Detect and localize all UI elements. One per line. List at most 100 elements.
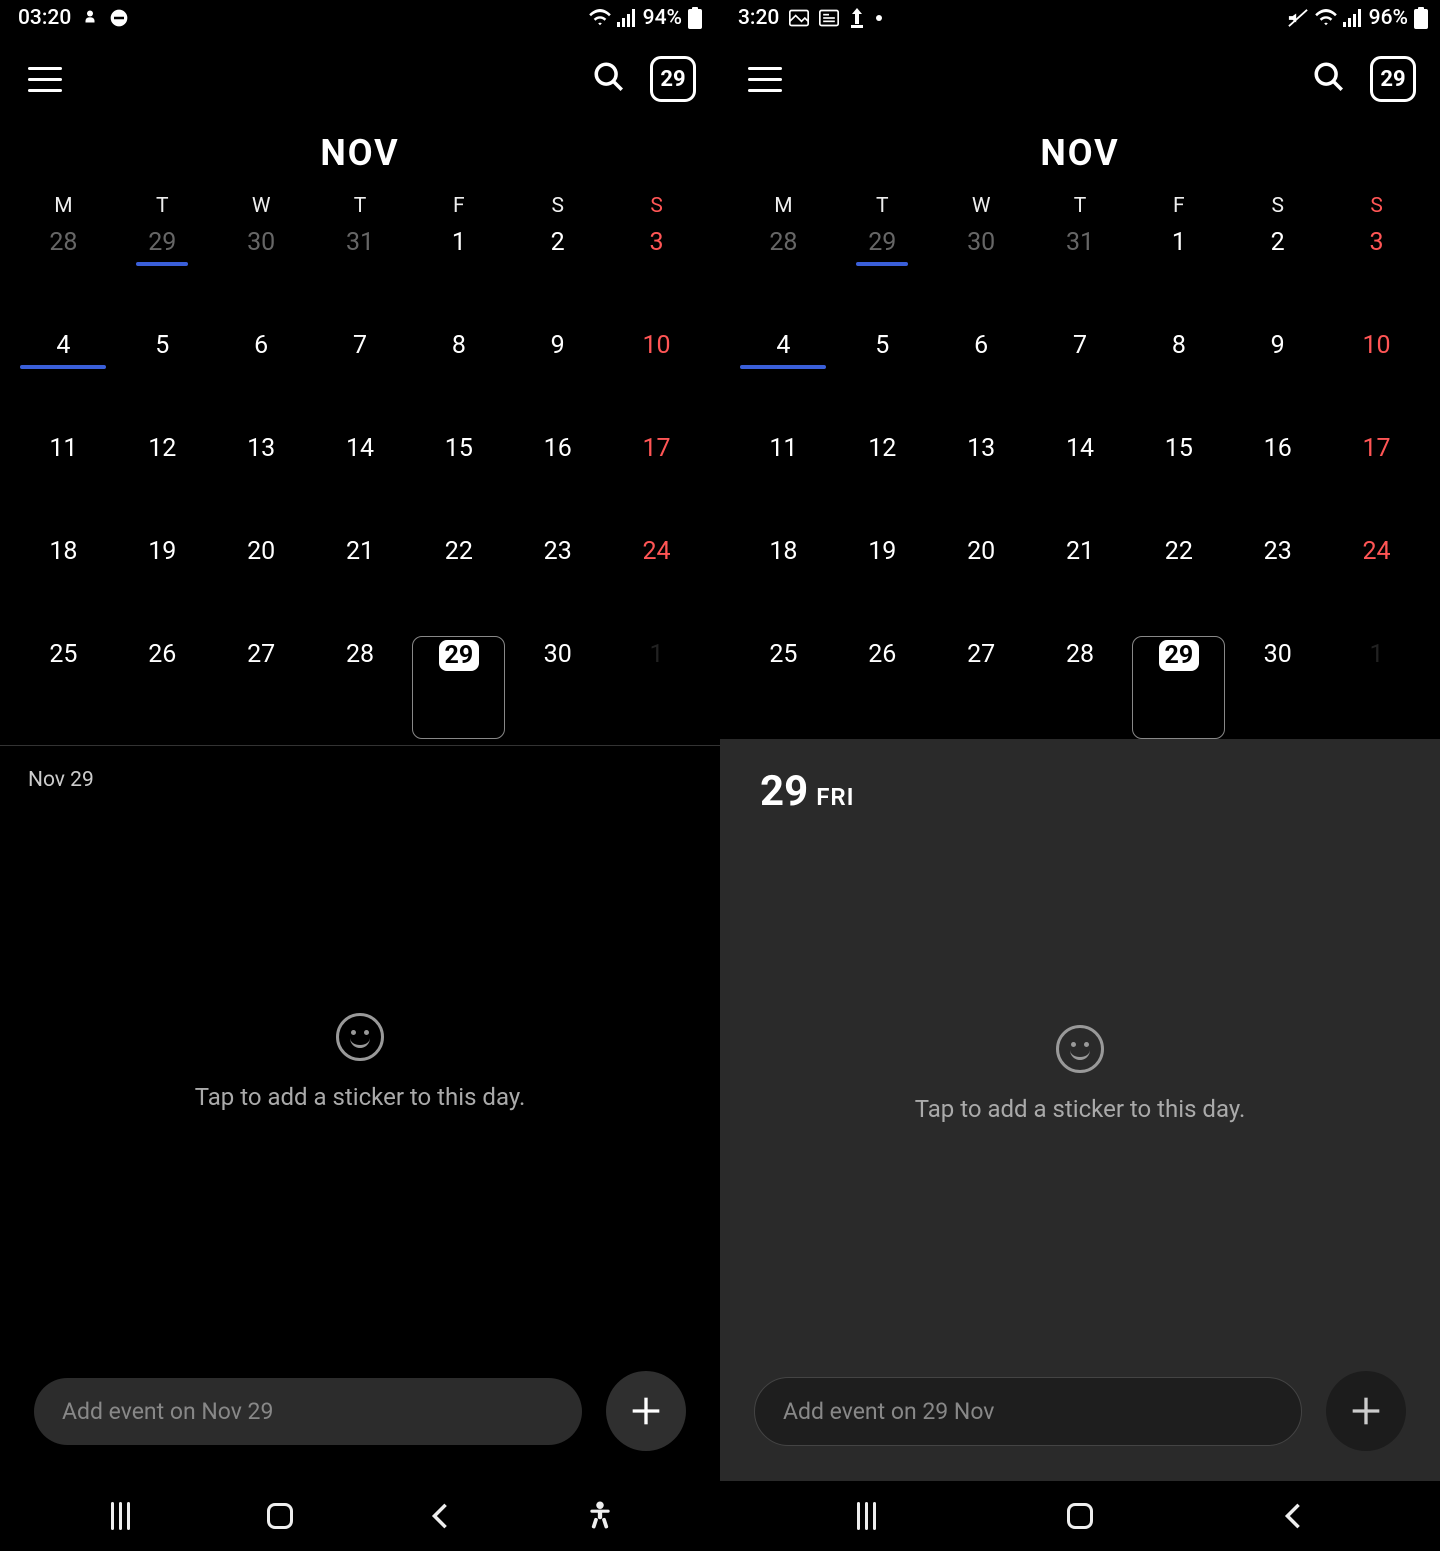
accessibility-button[interactable]	[560, 1501, 640, 1531]
date-cell[interactable]: 20	[212, 533, 311, 636]
date-cell[interactable]: 28	[734, 224, 833, 327]
date-cell[interactable]: 24	[607, 533, 706, 636]
date-cell[interactable]: 1	[1129, 224, 1228, 327]
date-cell[interactable]: 8	[1129, 327, 1228, 430]
date-cell[interactable]: 1	[409, 224, 508, 327]
back-button[interactable]	[1253, 1502, 1333, 1530]
date-cell[interactable]: 29	[1132, 636, 1225, 739]
date-cell[interactable]: 14	[311, 430, 410, 533]
add-event-input[interactable]: Add event on Nov 29	[34, 1378, 582, 1445]
date-cell[interactable]: 13	[932, 430, 1031, 533]
date-cell[interactable]: 6	[212, 327, 311, 430]
search-button[interactable]	[592, 60, 626, 98]
date-cell[interactable]: 21	[1031, 533, 1130, 636]
date-cell[interactable]: 12	[113, 430, 212, 533]
date-cell[interactable]: 1	[607, 636, 706, 739]
menu-button[interactable]	[28, 67, 62, 92]
date-cell[interactable]: 29	[113, 224, 212, 327]
add-event-input[interactable]: Add event on 29 Nov	[754, 1377, 1302, 1446]
date-cell[interactable]: 25	[734, 636, 833, 739]
date-cell[interactable]: 24	[1327, 533, 1426, 636]
home-button[interactable]	[240, 1503, 320, 1529]
date-cell[interactable]: 1	[1327, 636, 1426, 739]
date-cell[interactable]: 3	[1327, 224, 1426, 327]
date-cell[interactable]: 23	[508, 533, 607, 636]
date-cell[interactable]: 30	[932, 224, 1031, 327]
date-cell[interactable]: 3	[607, 224, 706, 327]
home-button[interactable]	[1040, 1503, 1120, 1529]
app-bar: 29	[720, 36, 1440, 122]
date-cell[interactable]: 17	[1327, 430, 1426, 533]
wifi-icon	[1315, 9, 1337, 27]
date-number: 11	[49, 434, 77, 463]
date-cell[interactable]: 25	[14, 636, 113, 739]
date-cell[interactable]: 27	[212, 636, 311, 739]
date-cell[interactable]: 9	[1228, 327, 1327, 430]
date-cell[interactable]: 22	[409, 533, 508, 636]
date-cell[interactable]: 18	[734, 533, 833, 636]
date-cell[interactable]: 15	[409, 430, 508, 533]
menu-button[interactable]	[748, 67, 782, 92]
today-button[interactable]: 29	[1370, 56, 1416, 102]
date-number: 22	[445, 537, 473, 566]
date-cell[interactable]: 27	[932, 636, 1031, 739]
search-button[interactable]	[1312, 60, 1346, 98]
date-cell[interactable]: 23	[1228, 533, 1327, 636]
date-cell[interactable]: 17	[607, 430, 706, 533]
date-cell[interactable]: 5	[113, 327, 212, 430]
recents-button[interactable]	[827, 1502, 907, 1530]
date-cell[interactable]: 10	[1327, 327, 1426, 430]
date-cell[interactable]: 29	[412, 636, 505, 739]
date-cell[interactable]: 31	[1031, 224, 1130, 327]
date-cell[interactable]: 30	[508, 636, 607, 739]
sticker-button[interactable]	[1056, 1025, 1104, 1073]
date-number: 29	[148, 228, 176, 257]
date-cell[interactable]: 5	[833, 327, 932, 430]
date-cell[interactable]: 2	[1228, 224, 1327, 327]
date-cell[interactable]: 2	[508, 224, 607, 327]
sticker-button[interactable]	[336, 1013, 384, 1061]
date-cell[interactable]: 21	[311, 533, 410, 636]
date-cell[interactable]: 13	[212, 430, 311, 533]
date-cell[interactable]: 30	[212, 224, 311, 327]
date-cell[interactable]: 20	[932, 533, 1031, 636]
date-cell[interactable]: 30	[1228, 636, 1327, 739]
date-cell[interactable]: 31	[311, 224, 410, 327]
add-event-fab[interactable]	[1326, 1371, 1406, 1451]
date-cell[interactable]: 11	[734, 430, 833, 533]
date-cell[interactable]: 19	[833, 533, 932, 636]
recents-button[interactable]	[80, 1502, 160, 1530]
date-cell[interactable]: 28	[1031, 636, 1130, 739]
date-cell[interactable]: 19	[113, 533, 212, 636]
date-cell[interactable]: 11	[14, 430, 113, 533]
date-cell[interactable]: 10	[607, 327, 706, 430]
date-cell[interactable]: 7	[1031, 327, 1130, 430]
date-cell[interactable]: 18	[14, 533, 113, 636]
date-cell[interactable]: 22	[1129, 533, 1228, 636]
date-number: 27	[247, 640, 275, 669]
date-cell[interactable]: 26	[113, 636, 212, 739]
battery-icon	[688, 7, 702, 29]
date-cell[interactable]: 16	[508, 430, 607, 533]
date-cell[interactable]: 28	[14, 224, 113, 327]
date-cell[interactable]: 14	[1031, 430, 1130, 533]
date-cell[interactable]: 8	[409, 327, 508, 430]
add-event-fab[interactable]	[606, 1371, 686, 1451]
date-cell[interactable]: 7	[311, 327, 410, 430]
date-cell[interactable]: 4	[14, 327, 113, 430]
back-button[interactable]	[400, 1502, 480, 1530]
today-button[interactable]: 29	[650, 56, 696, 102]
date-cell[interactable]: 16	[1228, 430, 1327, 533]
date-cell[interactable]: 28	[311, 636, 410, 739]
date-number: 28	[1066, 640, 1094, 669]
date-cell[interactable]: 6	[932, 327, 1031, 430]
date-cell[interactable]: 15	[1129, 430, 1228, 533]
date-cell[interactable]: 26	[833, 636, 932, 739]
date-cell[interactable]: 9	[508, 327, 607, 430]
date-cell[interactable]: 4	[734, 327, 833, 430]
date-cell[interactable]: 29	[833, 224, 932, 327]
date-cell[interactable]: 12	[833, 430, 932, 533]
weekday-label: T	[113, 194, 212, 218]
date-number: 29	[868, 228, 896, 257]
date-number: 19	[868, 537, 896, 566]
